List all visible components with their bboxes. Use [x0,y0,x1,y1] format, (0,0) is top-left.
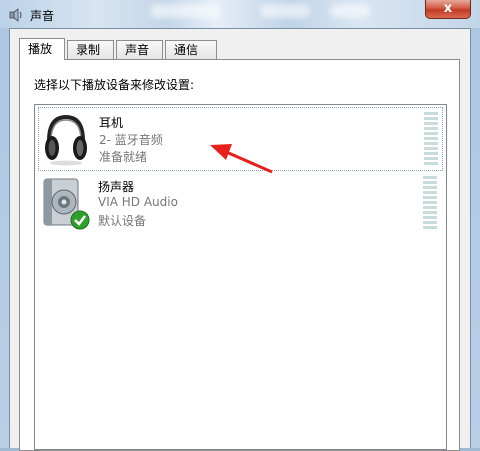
volume-meter [424,112,438,166]
volume-meter [423,176,437,230]
dialog-client: 播放 录制 声音 通信 选择以下播放设备来修改设置: 耳机 2- 蓝牙音频 准备… [9,28,471,451]
playback-device-list[interactable]: 耳机 2- 蓝牙音频 准备就绪 扬声器 VIA HD Audio 默认设备 [34,104,447,450]
device-item-speakers[interactable]: 扬声器 VIA HD Audio 默认设备 [38,172,443,236]
tab-playback[interactable]: 播放 [19,38,65,60]
default-device-check-icon [70,210,90,230]
window-title: 声音 [30,9,55,23]
instruction-label: 选择以下播放设备来修改设置: [34,78,195,92]
title-bar[interactable]: 声音 x [0,0,480,28]
speaker-app-icon [9,8,22,22]
headphones-icon [45,114,87,166]
playback-panel: 选择以下播放设备来修改设置: 耳机 2- 蓝牙音频 准备就绪 扬声器 VIA H… [19,59,460,451]
tab-sounds[interactable]: 声音 [116,40,163,59]
device-name: 扬声器 [98,180,135,194]
device-name: 耳机 [99,116,124,130]
device-description: VIA HD Audio [98,195,178,209]
sound-dialog-window: 声音 x 播放 录制 声音 通信 选择以下播放设备来修改设置: 耳机 2- 蓝牙… [0,0,480,451]
tab-recording[interactable]: 录制 [67,40,114,59]
close-button[interactable]: x [425,0,471,19]
device-status: 准备就绪 [99,150,148,164]
device-item-headphones[interactable]: 耳机 2- 蓝牙音频 准备就绪 [38,107,443,171]
device-description: 2- 蓝牙音频 [99,133,163,147]
tab-communications[interactable]: 通信 [165,40,217,59]
device-status: 默认设备 [98,214,147,228]
